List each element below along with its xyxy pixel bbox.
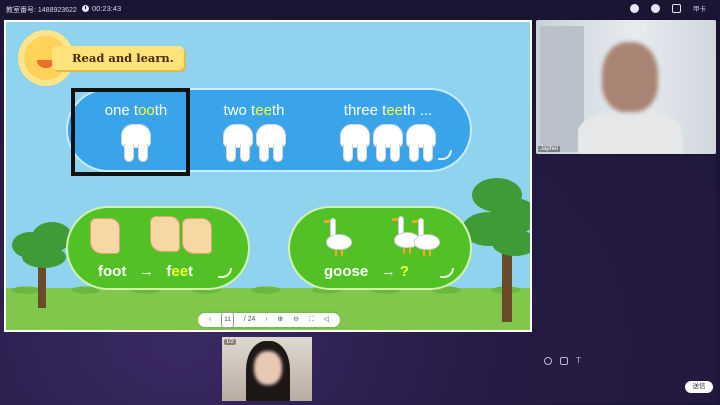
session-timer: 00:23:43: [82, 4, 121, 13]
lesson-slide: Read and learn. one tooth two teeth thre…: [4, 20, 532, 332]
top-bar: 教室番号: 1488923622 00:23:43 甲卡: [0, 0, 720, 18]
goose-pill: goose → ?: [288, 206, 472, 290]
highlight-box: [71, 88, 190, 176]
tree-left: [12, 222, 72, 308]
teeth-label: two teeth: [223, 102, 285, 119]
tooth-icons: [330, 124, 446, 162]
goose-icon: [412, 216, 440, 256]
foot-words: foot → feet: [98, 263, 194, 280]
foot-icon: [150, 216, 180, 252]
zoom-in-icon[interactable]: ⊕: [277, 313, 283, 327]
slide-title: Read and learn.: [52, 46, 184, 70]
student-video: 1/2: [222, 337, 312, 401]
goose-words: goose → ?: [324, 263, 410, 280]
next-page-button[interactable]: ›: [265, 313, 267, 327]
teeth-label: three teeth ...: [343, 102, 433, 119]
tooth-icon: [406, 124, 436, 162]
refresh-icon[interactable]: [630, 3, 639, 13]
text-icon[interactable]: T: [576, 357, 584, 365]
collapse-icon[interactable]: ◁: [324, 313, 329, 327]
fullscreen-icon[interactable]: ⛶: [309, 313, 314, 327]
slide-toolbar: ‹ 11 / 24 › ⊕ ⊖ ⛶ ◁: [198, 312, 340, 328]
foot-icon: [90, 218, 120, 254]
tooth-icon: [373, 124, 403, 162]
teacher-video: Japhet: [536, 20, 716, 154]
gear-icon[interactable]: [651, 3, 660, 13]
emoji-icon[interactable]: [544, 357, 552, 365]
tooth-icons: [212, 124, 296, 162]
foot-icon: [182, 218, 212, 254]
timer-text: 00:23:43: [92, 4, 122, 13]
teacher-name: Japhet: [538, 146, 561, 152]
window-icon[interactable]: [672, 3, 681, 13]
prev-page-button[interactable]: ‹: [209, 313, 211, 327]
tree-right: [462, 178, 530, 322]
chat-tools: T: [544, 357, 584, 365]
clock-icon: [82, 5, 89, 12]
teeth-group-two: two teeth: [212, 102, 296, 162]
teeth-group-three: three teeth ...: [330, 102, 446, 162]
teacher-shirt: [578, 112, 682, 154]
chat-panel: [536, 156, 716, 402]
student-tag: 1/2: [224, 339, 236, 345]
image-icon[interactable]: [560, 357, 568, 365]
page-number-input[interactable]: 11: [221, 312, 234, 328]
foot-pill: foot → feet: [66, 206, 250, 290]
zoom-out-icon[interactable]: ⊖: [293, 313, 299, 327]
tooth-icon: [255, 124, 286, 162]
top-right-label[interactable]: 甲卡: [693, 3, 706, 13]
tooth-icon: [340, 124, 370, 162]
room-number: 教室番号: 1488923622: [6, 7, 77, 14]
page-total: / 24: [243, 316, 256, 323]
tooth-icon: [222, 124, 253, 162]
goose-icon: [324, 216, 352, 256]
top-actions: 甲卡: [630, 3, 706, 13]
send-button[interactable]: 送信: [685, 381, 713, 393]
teacher-face: [602, 42, 658, 112]
student-face: [254, 351, 282, 385]
